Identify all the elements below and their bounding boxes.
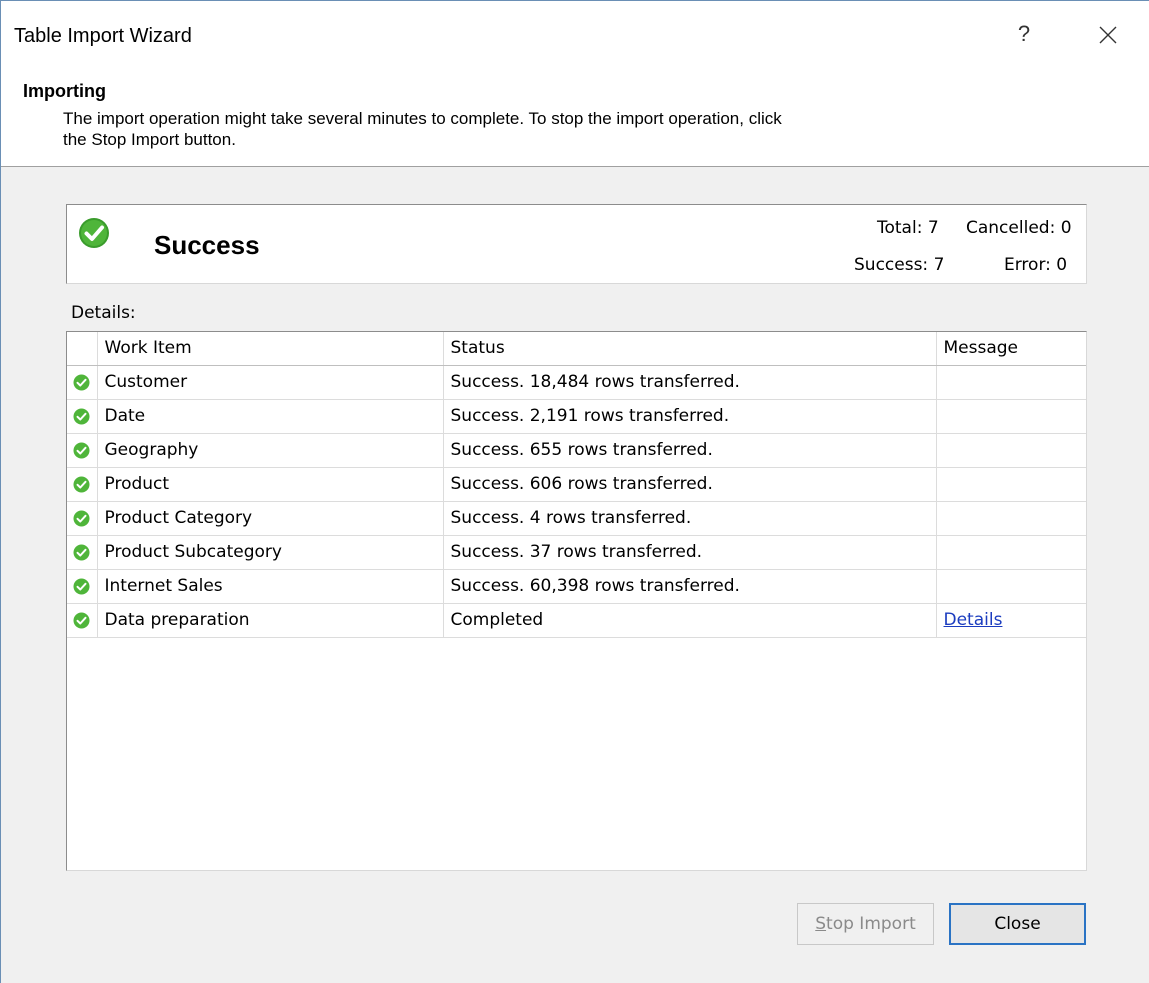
import-summary: Success Total: 7 Cancelled: 0 Success: 7… <box>66 204 1087 284</box>
row-status-cell <box>67 399 98 434</box>
row-status-cell <box>67 467 98 502</box>
message-cell <box>936 569 1086 604</box>
page-description: The import operation might take several … <box>63 109 782 149</box>
summary-status: Success <box>154 230 260 260</box>
table-header-row: Work Item Status Message <box>67 332 1086 366</box>
work-item-cell: Date <box>97 399 444 434</box>
column-header-work-item[interactable]: Work Item <box>97 332 444 366</box>
stop-import-button[interactable]: Stop Import <box>797 903 934 945</box>
work-item-cell: Product <box>97 467 444 502</box>
page-title: Importing <box>23 81 106 101</box>
table-row[interactable]: Product Category Success. 4 rows transfer… <box>67 501 1086 536</box>
message-cell <box>936 365 1086 400</box>
work-item-cell: Data preparation <box>97 603 444 638</box>
details-label: Details: <box>71 303 136 323</box>
row-status-cell <box>67 433 98 468</box>
status-cell: Success. 4 rows transferred. <box>443 501 937 536</box>
help-button[interactable]: ? <box>1009 19 1039 49</box>
message-cell <box>936 501 1086 536</box>
column-header-status[interactable]: Status <box>443 332 937 366</box>
success-check-icon <box>73 374 90 390</box>
close-button[interactable]: Close <box>949 903 1086 945</box>
row-status-cell <box>67 365 98 400</box>
success-check-icon <box>73 408 90 424</box>
success-check-icon <box>73 476 90 492</box>
status-cell: Success. 2,191 rows transferred. <box>443 399 937 434</box>
details-link[interactable]: Details <box>944 610 1003 630</box>
row-status-cell <box>67 569 98 604</box>
success-check-icon <box>73 544 90 560</box>
table-row[interactable]: Product Subcategory Success. 37 rows tran… <box>67 535 1086 570</box>
message-cell <box>936 399 1086 434</box>
status-cell: Success. 655 rows transferred. <box>443 433 937 468</box>
work-item-cell: Customer <box>97 365 444 400</box>
work-item-cell: Geography <box>97 433 444 468</box>
stop-import-label: top Import <box>826 914 916 934</box>
work-item-cell: Product Subcategory <box>97 535 444 570</box>
table-row[interactable]: Geography Success. 655 rows transferred. <box>67 433 1086 468</box>
work-item-cell: Product Category <box>97 501 444 536</box>
success-check-icon <box>79 218 109 248</box>
header-panel: Importing The import operation might tak… <box>1 71 1149 167</box>
table-row[interactable]: Product Success. 606 rows transferred. <box>67 467 1086 502</box>
status-cell: Success. 606 rows transferred. <box>443 467 937 502</box>
row-status-cell <box>67 535 98 570</box>
status-cell: Success. 60,398 rows transferred. <box>443 569 937 604</box>
row-status-cell <box>67 501 98 536</box>
message-cell <box>936 433 1086 468</box>
table-row[interactable]: Customer Success. 18,484 rows transferred… <box>67 365 1086 400</box>
message-cell <box>936 535 1086 570</box>
details-grid[interactable]: Work Item Status Message Customer Success… <box>66 331 1087 871</box>
table-import-wizard-window: Table Import Wizard ? Importing The impo… <box>0 0 1149 983</box>
success-check-icon <box>73 578 90 594</box>
status-cell: Success. 37 rows transferred. <box>443 535 937 570</box>
success-check-icon <box>73 442 90 458</box>
stop-import-accelerator: S <box>815 914 827 934</box>
message-cell: Details <box>936 603 1086 638</box>
title-bar: Table Import Wizard ? <box>1 1 1149 71</box>
success-count: Success: 7 <box>854 255 945 275</box>
work-item-cell: Internet Sales <box>97 569 444 604</box>
message-cell <box>936 467 1086 502</box>
status-cell: Completed <box>443 603 937 638</box>
table-row[interactable]: Date Success. 2,191 rows transferred. <box>67 399 1086 434</box>
success-check-icon <box>73 510 90 526</box>
status-cell: Success. 18,484 rows transferred. <box>443 365 937 400</box>
row-status-cell <box>67 603 98 638</box>
table-row[interactable]: Data preparation Completed Details <box>67 603 1086 638</box>
error-count: Error: 0 <box>1004 255 1068 275</box>
success-check-icon <box>73 612 90 628</box>
details-table: Work Item Status Message Customer Success… <box>67 332 1086 638</box>
close-window-button[interactable] <box>1091 18 1125 52</box>
total-count: Total: 7 <box>877 218 939 238</box>
icon-column-header <box>67 332 98 366</box>
window-title: Table Import Wizard <box>14 25 192 47</box>
cancelled-count: Cancelled: 0 <box>966 218 1072 238</box>
table-row[interactable]: Internet Sales Success. 60,398 rows trans… <box>67 569 1086 604</box>
close-icon <box>1099 26 1117 44</box>
column-header-message[interactable]: Message <box>936 332 1086 366</box>
